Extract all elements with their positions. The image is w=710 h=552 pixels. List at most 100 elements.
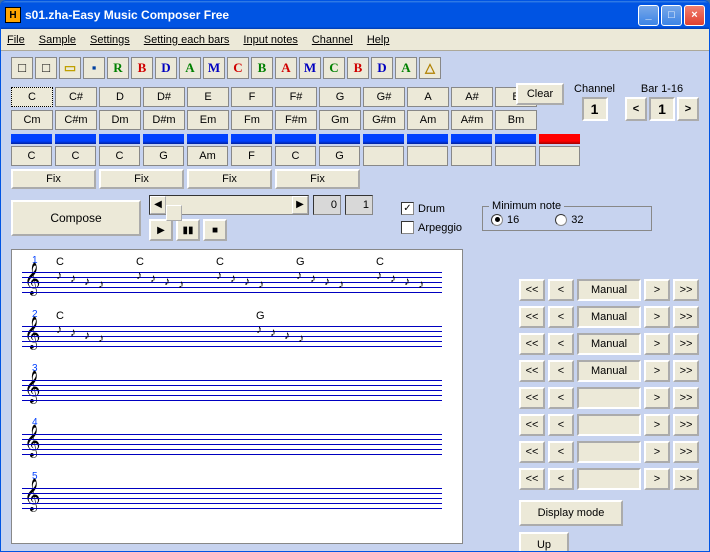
save-icon[interactable]: ▪ bbox=[83, 57, 105, 79]
chord-minor-Cm[interactable]: Cm bbox=[11, 110, 53, 130]
mode-6-first[interactable]: << bbox=[519, 441, 545, 463]
chord-major-E[interactable]: E bbox=[187, 87, 229, 107]
clear-button[interactable]: Clear bbox=[516, 83, 564, 105]
chord-major-A[interactable]: A bbox=[407, 87, 449, 107]
mode-1-select[interactable]: Manual bbox=[577, 306, 641, 328]
arpeggio-checkbox[interactable] bbox=[401, 221, 414, 234]
mode-0-last[interactable]: >> bbox=[673, 279, 699, 301]
mode-4-next[interactable]: > bbox=[644, 387, 670, 409]
mode-1-prev[interactable]: < bbox=[548, 306, 574, 328]
fix-button-3[interactable]: Fix bbox=[187, 169, 272, 189]
letter-button-1[interactable]: B bbox=[131, 57, 153, 79]
drum-checkbox[interactable]: ✓ bbox=[401, 202, 414, 215]
fix-button-1[interactable]: Fix bbox=[11, 169, 96, 189]
mode-7-select[interactable] bbox=[577, 468, 641, 490]
chord-major-Fsharp[interactable]: F# bbox=[275, 87, 317, 107]
bar-prev-button[interactable]: < bbox=[625, 97, 647, 121]
position-slider[interactable]: ◀ ▶ bbox=[149, 195, 309, 215]
mode-0-prev[interactable]: < bbox=[548, 279, 574, 301]
letter-button-2[interactable]: D bbox=[155, 57, 177, 79]
compose-button[interactable]: Compose bbox=[11, 200, 141, 236]
display-mode-button[interactable]: Display mode bbox=[519, 500, 623, 526]
mode-5-prev[interactable]: < bbox=[548, 414, 574, 436]
sequence-cell-3[interactable]: G bbox=[143, 146, 184, 166]
sequence-cell-2[interactable]: C bbox=[99, 146, 140, 166]
maximize-button[interactable]: □ bbox=[661, 5, 682, 26]
menu-settings[interactable]: Settings bbox=[90, 34, 130, 46]
sequence-cell-4[interactable]: Am bbox=[187, 146, 228, 166]
letter-button-6[interactable]: B bbox=[251, 57, 273, 79]
chord-major-F[interactable]: F bbox=[231, 87, 273, 107]
menu-input-notes[interactable]: Input notes bbox=[243, 34, 297, 46]
mode-3-select[interactable]: Manual bbox=[577, 360, 641, 382]
chord-minor-Dm[interactable]: Dm bbox=[99, 110, 141, 130]
mode-3-first[interactable]: << bbox=[519, 360, 545, 382]
mode-0-first[interactable]: << bbox=[519, 279, 545, 301]
mode-1-last[interactable]: >> bbox=[673, 306, 699, 328]
mode-3-prev[interactable]: < bbox=[548, 360, 574, 382]
letter-button-9[interactable]: C bbox=[323, 57, 345, 79]
fix-button-2[interactable]: Fix bbox=[99, 169, 184, 189]
bar-next-button[interactable]: > bbox=[677, 97, 699, 121]
menu-sample[interactable]: Sample bbox=[39, 34, 76, 46]
slider-right-arrow[interactable]: ▶ bbox=[292, 196, 308, 214]
chord-minor-Am[interactable]: Am bbox=[407, 110, 449, 130]
close-button[interactable]: × bbox=[684, 5, 705, 26]
pause-button[interactable]: ▮▮ bbox=[176, 219, 200, 241]
chord-major-Asharp[interactable]: A# bbox=[451, 87, 493, 107]
mode-5-first[interactable]: << bbox=[519, 414, 545, 436]
minnote-32-radio[interactable] bbox=[555, 214, 567, 226]
mode-4-last[interactable]: >> bbox=[673, 387, 699, 409]
mode-4-prev[interactable]: < bbox=[548, 387, 574, 409]
open-icon[interactable]: ▭ bbox=[59, 57, 81, 79]
sequence-cell-9[interactable] bbox=[407, 146, 448, 166]
mode-6-last[interactable]: >> bbox=[673, 441, 699, 463]
chord-major-G[interactable]: G bbox=[319, 87, 361, 107]
slider-left-arrow[interactable]: ◀ bbox=[150, 196, 166, 214]
mode-2-prev[interactable]: < bbox=[548, 333, 574, 355]
letter-button-10[interactable]: B bbox=[347, 57, 369, 79]
chord-minor-Dsharpm[interactable]: D#m bbox=[143, 110, 185, 130]
letter-button-7[interactable]: A bbox=[275, 57, 297, 79]
sequence-cell-1[interactable]: C bbox=[55, 146, 96, 166]
mode-3-last[interactable]: >> bbox=[673, 360, 699, 382]
menu-channel[interactable]: Channel bbox=[312, 34, 353, 46]
letter-button-3[interactable]: A bbox=[179, 57, 201, 79]
sequence-cell-8[interactable] bbox=[363, 146, 404, 166]
letter-button-5[interactable]: C bbox=[227, 57, 249, 79]
sequence-cell-5[interactable]: F bbox=[231, 146, 272, 166]
mode-7-next[interactable]: > bbox=[644, 468, 670, 490]
sequence-cell-0[interactable]: C bbox=[11, 146, 52, 166]
sequence-cell-6[interactable]: C bbox=[275, 146, 316, 166]
new2-icon[interactable]: □ bbox=[35, 57, 57, 79]
chord-minor-Gm[interactable]: Gm bbox=[319, 110, 361, 130]
sequence-cell-11[interactable] bbox=[495, 146, 536, 166]
chord-minor-Fm[interactable]: Fm bbox=[231, 110, 273, 130]
mode-0-next[interactable]: > bbox=[644, 279, 670, 301]
chord-major-Csharp[interactable]: C# bbox=[55, 87, 97, 107]
minnote-16-radio[interactable] bbox=[491, 214, 503, 226]
letter-button-0[interactable]: R bbox=[107, 57, 129, 79]
fix-button-4[interactable]: Fix bbox=[275, 169, 360, 189]
mode-1-next[interactable]: > bbox=[644, 306, 670, 328]
mode-7-last[interactable]: >> bbox=[673, 468, 699, 490]
mode-6-next[interactable]: > bbox=[644, 441, 670, 463]
chord-major-D[interactable]: D bbox=[99, 87, 141, 107]
mode-2-first[interactable]: << bbox=[519, 333, 545, 355]
chord-major-Dsharp[interactable]: D# bbox=[143, 87, 185, 107]
chord-minor-Em[interactable]: Em bbox=[187, 110, 229, 130]
mode-7-prev[interactable]: < bbox=[548, 468, 574, 490]
letter-button-4[interactable]: M bbox=[203, 57, 225, 79]
mode-5-next[interactable]: > bbox=[644, 414, 670, 436]
mode-4-first[interactable]: << bbox=[519, 387, 545, 409]
letter-button-12[interactable]: A bbox=[395, 57, 417, 79]
chord-minor-Gsharpm[interactable]: G#m bbox=[363, 110, 405, 130]
chord-minor-Csharpm[interactable]: C#m bbox=[55, 110, 97, 130]
metronome-icon[interactable]: △ bbox=[419, 57, 441, 79]
sequence-cell-7[interactable]: G bbox=[319, 146, 360, 166]
mode-5-last[interactable]: >> bbox=[673, 414, 699, 436]
mode-5-select[interactable] bbox=[577, 414, 641, 436]
mode-2-select[interactable]: Manual bbox=[577, 333, 641, 355]
mode-3-next[interactable]: > bbox=[644, 360, 670, 382]
mode-2-next[interactable]: > bbox=[644, 333, 670, 355]
